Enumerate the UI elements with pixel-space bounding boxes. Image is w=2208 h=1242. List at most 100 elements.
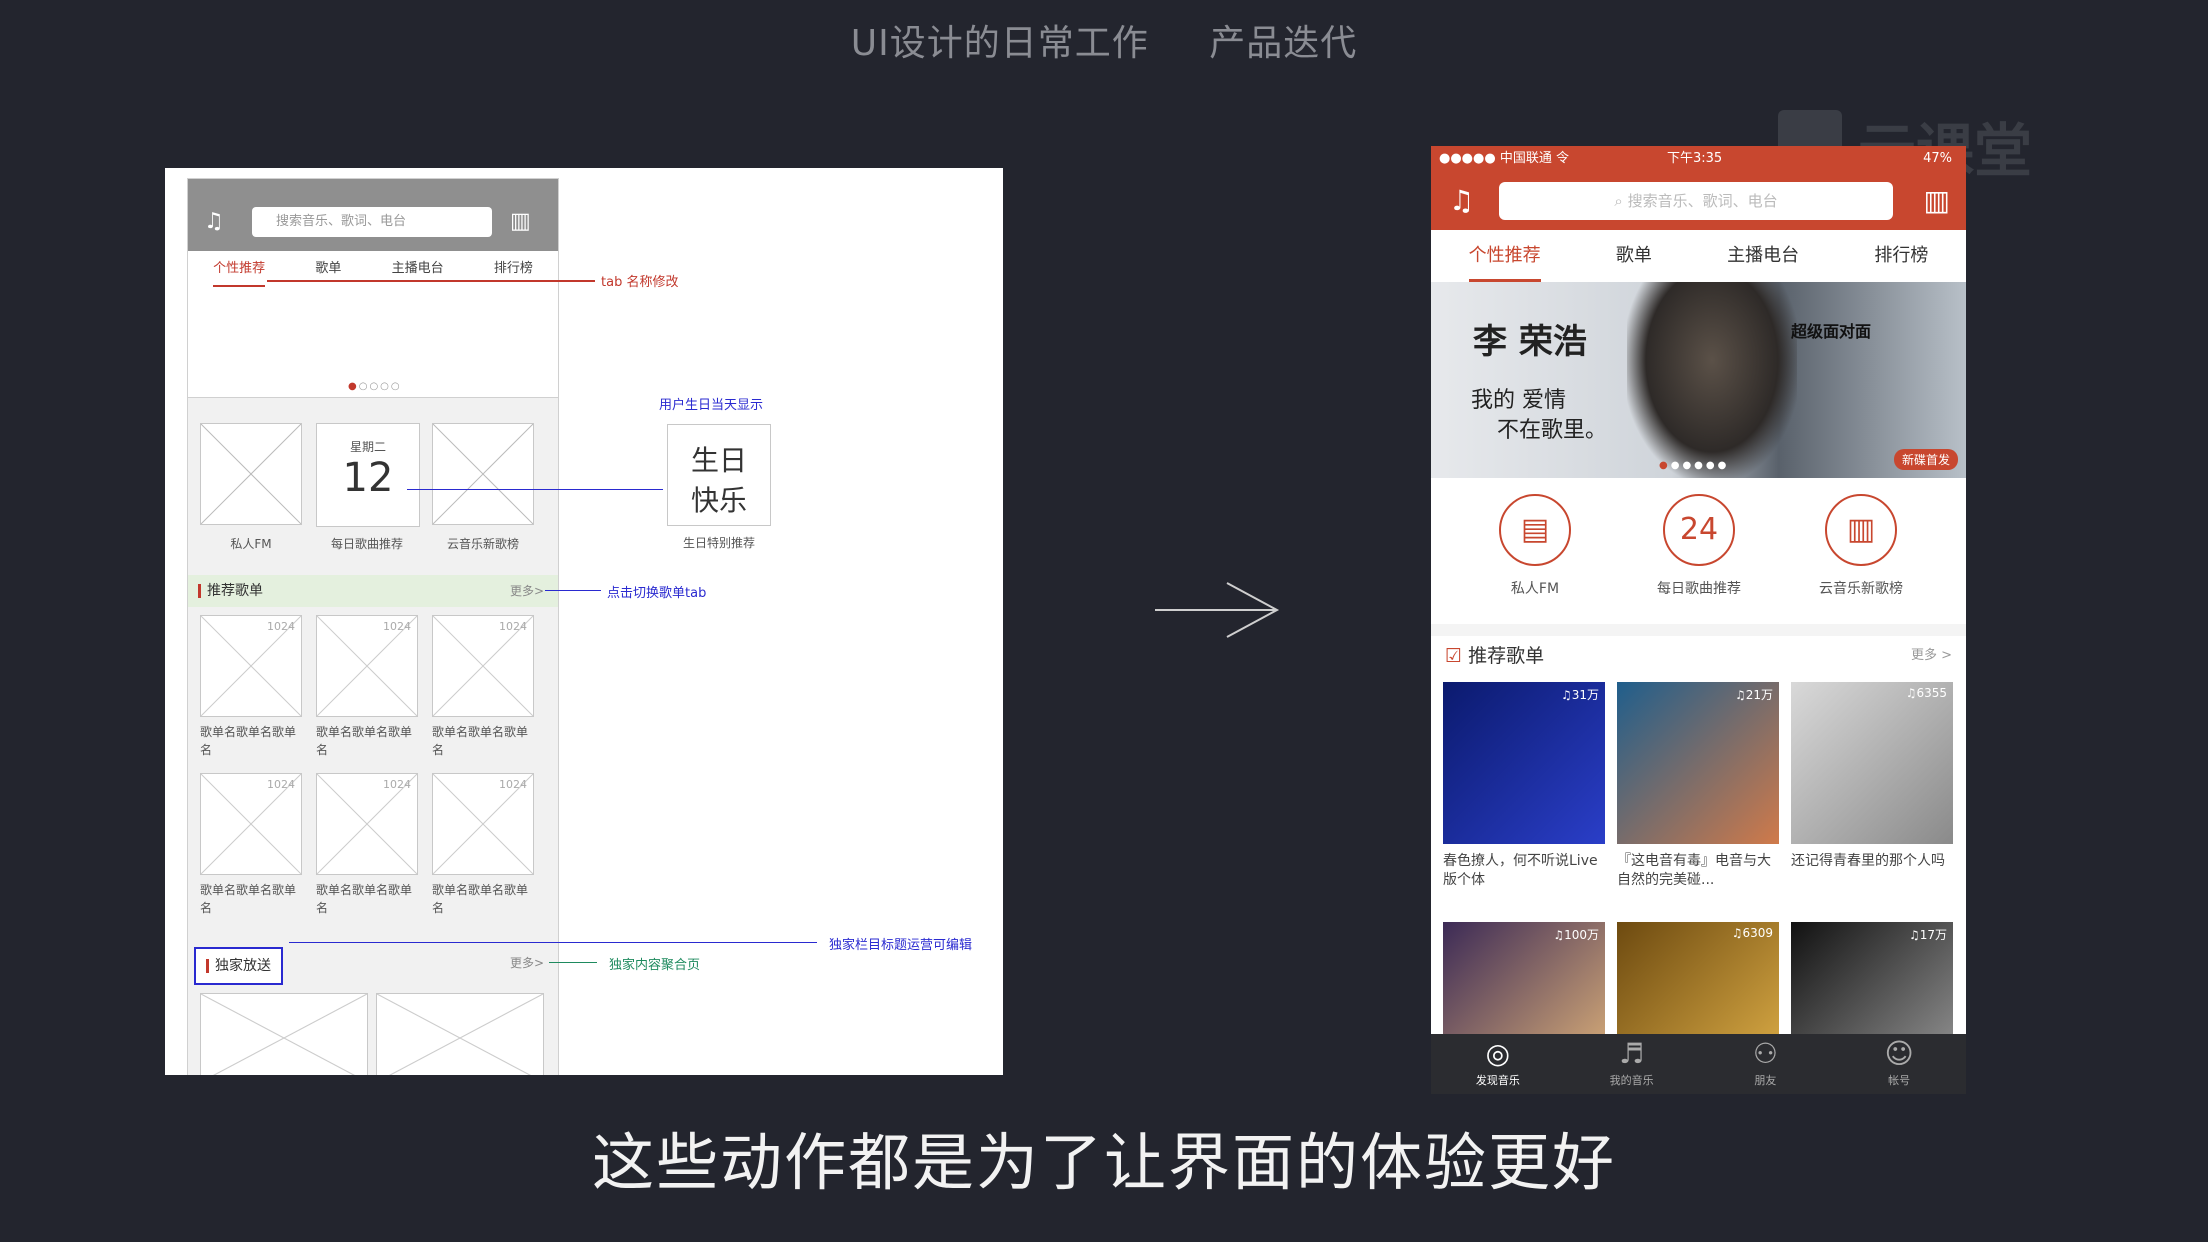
- tab-ranking[interactable]: 排行榜: [1874, 230, 1928, 282]
- play-count: ♫21万: [1734, 688, 1773, 702]
- banner-tag: 超级面对面: [1791, 322, 1872, 341]
- annotation-line-tab: [267, 280, 595, 282]
- discover-icon: ◎: [1485, 1037, 1511, 1070]
- wireframe-newsong-placeholder: [432, 423, 534, 525]
- birthday-label: 生日特别推荐: [682, 536, 755, 550]
- play-count: 1024: [383, 620, 411, 633]
- playlist-grid: ♫31万 ♫21万 ♫6355 春色撩人，何不听说Live版个体 『这电音有毒』…: [1431, 676, 1966, 1084]
- wireframe-label-fm: 私人FM: [230, 537, 272, 551]
- banner-line1: 我的 爱情: [1471, 388, 1566, 413]
- play-count: 1024: [267, 778, 295, 791]
- section-title: 独家放送: [215, 958, 271, 974]
- wireframe-date-card: 星期二 12: [316, 423, 420, 527]
- annotation-line-edit: [289, 942, 817, 943]
- arrow-right-icon: [1155, 582, 1280, 638]
- birthday-line1: 生日: [690, 444, 747, 477]
- tabbar-account[interactable]: ☺ 帐号: [1844, 1034, 1954, 1094]
- playlist-title[interactable]: 『这电音有毒』电音与大自然的完美碰...: [1617, 852, 1783, 890]
- playlist-cover[interactable]: ♫31万: [1443, 682, 1605, 844]
- pagination-dots: ●○○○○: [348, 381, 402, 392]
- annotation-tab: tab 名称修改: [601, 275, 679, 290]
- quick-entry-daily[interactable]: 24 每日歌曲推荐: [1629, 494, 1769, 598]
- wireframe-playlist-name: 歌单名歌单名歌单名: [200, 725, 297, 757]
- play-count: ♫6309: [1731, 926, 1773, 940]
- video-subtitle: 这些动作都是为了让界面的体验更好: [591, 1126, 1616, 1199]
- wireframe-playlist-placeholder: 1024: [432, 773, 534, 875]
- tabbar-label: 发现音乐: [1475, 1074, 1520, 1087]
- slide-title-left: UI设计的日常工作: [850, 23, 1149, 64]
- annotation-line-switch: [545, 590, 601, 591]
- slide-title-right: 产品迭代: [1209, 23, 1358, 64]
- tabbar-label: 我的音乐: [1609, 1074, 1654, 1087]
- wireframe-section-exclusive: 独家放送 更多>: [188, 947, 558, 985]
- bar-chart-icon: ▥: [510, 209, 531, 234]
- radio-icon: ▤: [1499, 494, 1571, 566]
- wireframe-banner: ●○○○○: [188, 287, 558, 398]
- bar-chart-icon[interactable]: ▥: [1924, 184, 1950, 217]
- wireframe-label-newsong: 云音乐新歌榜: [446, 537, 519, 551]
- wireframe-playlist-placeholder: 1024: [200, 773, 302, 875]
- annotation-line-birthday: [407, 489, 663, 490]
- microphone-icon: ♫: [204, 209, 224, 234]
- section-more-link[interactable]: 更多 >: [1911, 636, 1952, 676]
- wireframe-playlist-placeholder: 1024: [432, 615, 534, 717]
- promo-banner[interactable]: 李 荣浩 我的 爱情 不在歌里。 超级面对面 新碟首发 ●●●●●●: [1431, 282, 1966, 478]
- section-marker: [206, 959, 209, 973]
- wireframe-nav-bar: ♫ 搜索音乐、歌词、电台 ▥: [188, 179, 558, 251]
- quick-entry-label: 私人FM: [1510, 581, 1560, 597]
- tab-playlist[interactable]: 歌单: [1616, 230, 1652, 282]
- wireframe-fm-placeholder: [200, 423, 302, 525]
- status-carrier: ●●●●● 中国联通 令: [1439, 151, 1569, 166]
- phone-tabs: 个性推荐 歌单 主播电台 排行榜: [1431, 230, 1966, 282]
- playlist-cover[interactable]: ♫6355: [1791, 682, 1953, 844]
- friends-icon: ⚇: [1752, 1037, 1778, 1070]
- section-title: 推荐歌单: [207, 583, 263, 599]
- annotation-switch-tab: 点击切换歌单tab: [607, 586, 707, 601]
- date-weekday: 星期二: [349, 440, 386, 454]
- section-recommend-header: ☑ 推荐歌单 更多 >: [1431, 636, 1966, 676]
- banner-portrait: [1627, 282, 1797, 478]
- play-count: 1024: [267, 620, 295, 633]
- tab-radio[interactable]: 主播电台: [1727, 230, 1799, 282]
- quick-entry-fm[interactable]: ▤ 私人FM: [1465, 494, 1605, 598]
- pagination-dots: ●●●●●●: [1659, 460, 1730, 471]
- microphone-icon[interactable]: ♫: [1449, 184, 1474, 217]
- tab-recommend[interactable]: 个性推荐: [1468, 230, 1541, 282]
- date-number: 12: [342, 455, 394, 501]
- wireframe-exclusive-placeholder: [376, 993, 544, 1075]
- search-placeholder: 搜索音乐、歌词、电台: [1627, 192, 1778, 210]
- tabbar-label: 帐号: [1888, 1074, 1911, 1087]
- play-count: ♫31万: [1560, 688, 1599, 702]
- section-more-link: 更多>: [509, 584, 544, 598]
- wireframe-playlist-name: 歌单名歌单名歌单名: [432, 883, 529, 915]
- search-input[interactable]: ⌕ 搜索音乐、歌词、电台: [1499, 182, 1893, 220]
- status-time: 下午3:35: [1667, 151, 1723, 166]
- phone-nav-bar: ♫ ⌕ 搜索音乐、歌词、电台 ▥: [1431, 172, 1966, 230]
- phone-mockup: ●●●●● 中国联通 令 下午3:35 47% ♫ ⌕ 搜索音乐、歌词、电台 ▥…: [1431, 146, 1966, 1094]
- wireframe-tab-recommend: 个性推荐: [213, 251, 266, 287]
- annotation-editable-title: 独家栏目标题运营可编辑: [829, 938, 973, 953]
- tabbar-label: 朋友: [1754, 1074, 1777, 1087]
- banner-badge: 新碟首发: [1893, 449, 1958, 470]
- tabbar-discover[interactable]: ◎ 发现音乐: [1443, 1034, 1553, 1094]
- annotation-birthday: 用户生日当天显示: [659, 398, 764, 413]
- tabbar-my-music[interactable]: ♬ 我的音乐: [1577, 1034, 1687, 1094]
- wireframe-section-recommend: 推荐歌单 更多>: [188, 575, 558, 607]
- playlist-title[interactable]: 春色撩人，何不听说Live版个体: [1443, 852, 1609, 890]
- wireframe-label-daily: 每日歌曲推荐: [330, 537, 403, 551]
- quick-entry-row: ▤ 私人FM 24 每日歌曲推荐 ▥ 云音乐新歌榜: [1431, 478, 1966, 624]
- play-count: ♫6355: [1905, 686, 1947, 700]
- quick-entry-newsong[interactable]: ▥ 云音乐新歌榜: [1791, 494, 1931, 598]
- music-note-icon: ♬: [1619, 1037, 1645, 1070]
- playlist-cover[interactable]: ♫21万: [1617, 682, 1779, 844]
- play-count: 1024: [383, 778, 411, 791]
- exclusive-title-box: 独家放送: [194, 947, 283, 985]
- banner-artist-name: 李 荣浩: [1473, 322, 1587, 362]
- playlist-title[interactable]: 还记得青春里的那个人吗: [1791, 852, 1957, 871]
- play-count: ♫100万: [1553, 928, 1599, 942]
- play-count: 1024: [499, 620, 527, 633]
- tabbar-friends[interactable]: ⚇ 朋友: [1710, 1034, 1820, 1094]
- banner-line2: 不在歌里。: [1497, 418, 1608, 443]
- annotation-line-all: [549, 962, 597, 963]
- wireframe-phone: ♫ 搜索音乐、歌词、电台 ▥ 个性推荐 歌单 主播电台 排行榜 ●○○○○ 星期…: [187, 178, 559, 1075]
